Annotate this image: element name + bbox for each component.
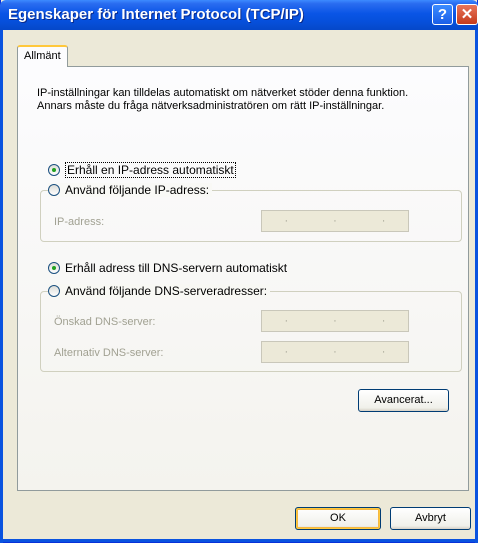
ip-dot: ·	[284, 346, 289, 358]
ip-dot: ·	[333, 346, 337, 358]
advanced-button[interactable]: Avancerat...	[358, 389, 449, 412]
preferred-dns-label: Önskad DNS-server:	[54, 316, 156, 328]
tcpip-properties-dialog: Egenskaper för Internet Protocol (TCP/IP…	[0, 0, 478, 543]
close-icon: ✕	[460, 6, 474, 23]
radio-ip-auto-indicator[interactable]	[48, 164, 60, 176]
radio-ip-manual-indicator[interactable]	[48, 184, 60, 196]
ip-dot: ·	[284, 215, 289, 227]
close-button[interactable]: ✕	[456, 4, 478, 25]
ip-dot: ·	[284, 315, 289, 327]
radio-ip-auto-label: Erhåll en IP-adress automatiskt	[65, 162, 236, 178]
ip-address-label: IP-adress:	[54, 216, 105, 228]
alternate-dns-label: Alternativ DNS-server:	[54, 347, 164, 359]
window-frame-left	[0, 30, 3, 543]
help-icon: ?	[437, 6, 448, 23]
radio-dns-manual-indicator[interactable]	[48, 285, 60, 297]
radio-dns-manual[interactable]: Använd följande DNS-serveradresser:	[48, 284, 271, 298]
ip-dot: ·	[333, 315, 337, 327]
radio-dns-manual-label: Använd följande DNS-serveradresser:	[65, 284, 268, 298]
radio-ip-auto[interactable]: Erhåll en IP-adress automatiskt	[48, 162, 236, 178]
window-title: Egenskaper för Internet Protocol (TCP/IP…	[8, 6, 304, 23]
radio-dns-auto-label: Erhåll adress till DNS-servern automatis…	[65, 261, 288, 275]
radio-ip-manual[interactable]: Använd följande IP-adress:	[48, 183, 213, 197]
radio-dns-auto[interactable]: Erhåll adress till DNS-servern automatis…	[48, 261, 287, 275]
cancel-button[interactable]: Avbryt	[390, 507, 471, 530]
ip-dot: ·	[333, 215, 337, 227]
radio-dns-auto-indicator[interactable]	[48, 262, 60, 274]
radio-ip-manual-label: Använd följande IP-adress:	[65, 183, 210, 197]
ip-dot: ·	[381, 346, 386, 358]
title-bar[interactable]: Egenskaper för Internet Protocol (TCP/IP…	[0, 0, 478, 30]
help-button[interactable]: ?	[432, 4, 453, 25]
window-frame-bottom	[0, 539, 478, 542]
ok-button[interactable]: OK	[295, 507, 381, 530]
intro-text: IP-inställningar kan tilldelas automatis…	[37, 87, 409, 112]
ip-address-field[interactable]: · · ·	[261, 210, 409, 232]
ip-dot: ·	[381, 315, 386, 327]
ip-dot: ·	[381, 215, 386, 227]
alternate-dns-field[interactable]: · · ·	[261, 341, 409, 363]
tab-allmant[interactable]: Allmänt	[17, 45, 68, 67]
preferred-dns-field[interactable]: · · ·	[261, 310, 409, 332]
tab-panel-general: IP-inställningar kan tilldelas automatis…	[17, 66, 469, 491]
